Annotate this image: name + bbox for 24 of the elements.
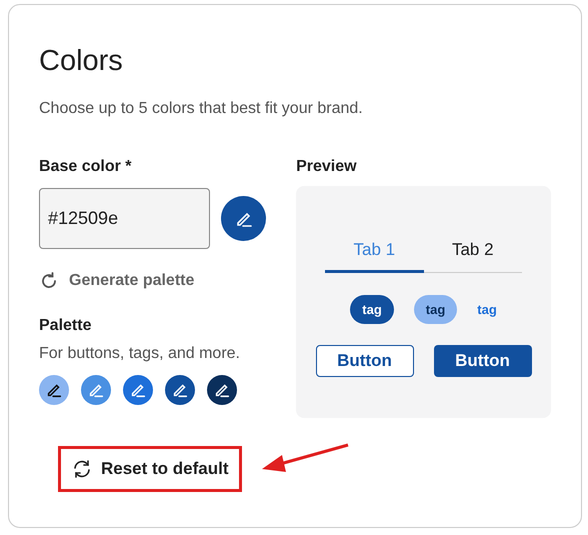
palette-label: Palette [39, 317, 92, 335]
swatch-button[interactable] [207, 375, 237, 405]
swatch-button[interactable] [81, 375, 111, 405]
outline-button[interactable]: Button [316, 345, 414, 377]
section-title: Colors [39, 45, 124, 78]
filled-button[interactable]: Button [434, 345, 532, 377]
refresh-icon [39, 271, 59, 291]
reset-button[interactable]: Reset to default [58, 446, 242, 492]
tag-text: tag [477, 301, 497, 319]
swatch-button[interactable] [165, 375, 195, 405]
preview-label: Preview [296, 158, 358, 176]
palette-hint: For buttons, tags, and more. [39, 345, 241, 363]
description-text: Choose up to 5 colors that best fit your brand. [39, 100, 364, 118]
color-input-field[interactable]: #12509e [39, 188, 210, 249]
color-picker-button[interactable] [221, 196, 266, 241]
generate-palette-button[interactable]: Generate palette [39, 271, 194, 291]
tag-chip: tag [414, 295, 458, 324]
reset-icon [71, 459, 93, 479]
base-color-label: Base color * [39, 158, 132, 176]
tab[interactable]: Tab 2 [424, 236, 522, 273]
swatch-button[interactable] [39, 375, 69, 405]
tab[interactable]: Tab 1 [325, 236, 424, 273]
tag-chip: tag [350, 295, 394, 324]
swatch-button[interactable] [123, 375, 153, 405]
